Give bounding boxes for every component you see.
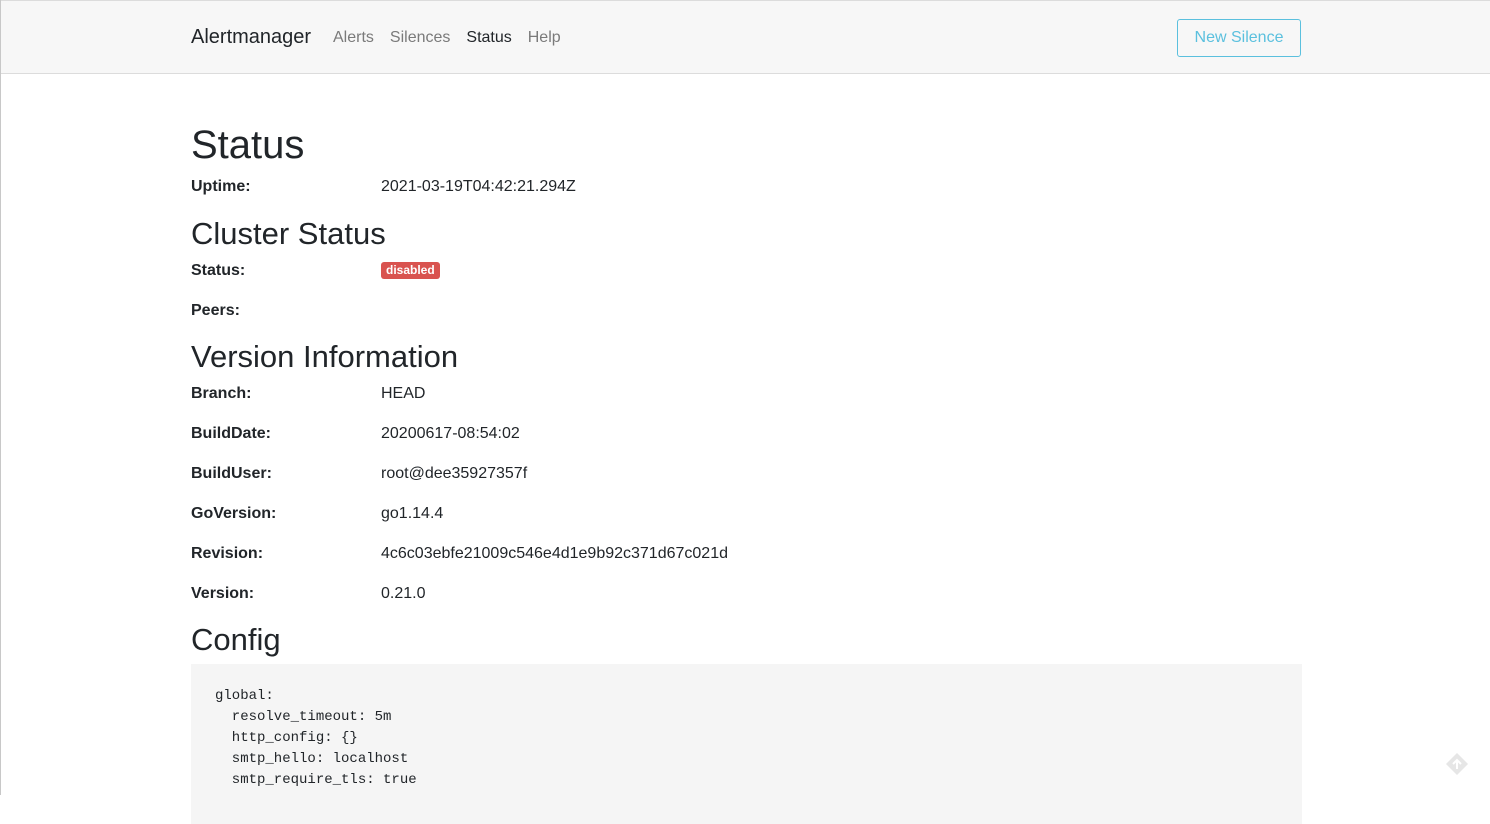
version-row-label: BuildUser: [191, 465, 272, 482]
new-silence-button[interactable]: New Silence [1177, 19, 1301, 57]
version-row-label: Version: [191, 585, 255, 602]
config-heading: Config [191, 622, 281, 657]
peers-label: Peers: [191, 302, 240, 319]
cluster-status-heading: Cluster Status [191, 216, 386, 251]
version-row-value: go1.14.4 [381, 505, 444, 522]
version-row-label: GoVersion: [191, 505, 277, 522]
cluster-status-label: Status: [191, 262, 246, 279]
version-row-label: BuildDate: [191, 425, 271, 442]
uptime-value: 2021-03-19T04:42:21.294Z [381, 178, 576, 195]
version-info-heading: Version Information [191, 339, 459, 374]
version-row-label: Branch: [191, 385, 252, 402]
uptime-label: Uptime: [191, 178, 251, 195]
version-row-value: 20200617-08:54:02 [381, 425, 520, 442]
config-code-block: global: resolve_timeout: 5m http_config:… [191, 664, 1302, 824]
feedback-icon[interactable] [1444, 751, 1470, 777]
nav-links: Alerts Silences Status Help [333, 29, 561, 47]
version-row-value: root@dee35927357f [381, 465, 528, 482]
nav-silences[interactable]: Silences [390, 29, 450, 47]
nav-status[interactable]: Status [466, 29, 511, 47]
version-row-value: 0.21.0 [381, 585, 426, 602]
nav-alerts[interactable]: Alerts [333, 29, 374, 47]
status-badge: disabled [381, 262, 440, 279]
brand-link[interactable]: Alertmanager [191, 26, 311, 49]
page-title: Status [191, 123, 305, 167]
top-navbar: Alertmanager Alerts Silences Status Help… [1, 0, 1490, 74]
version-row-value: HEAD [381, 385, 426, 402]
nav-help[interactable]: Help [528, 29, 561, 47]
version-row-label: Revision: [191, 545, 264, 562]
version-row-value: 4c6c03ebfe21009c546e4d1e9b92c371d67c021d [381, 545, 728, 562]
